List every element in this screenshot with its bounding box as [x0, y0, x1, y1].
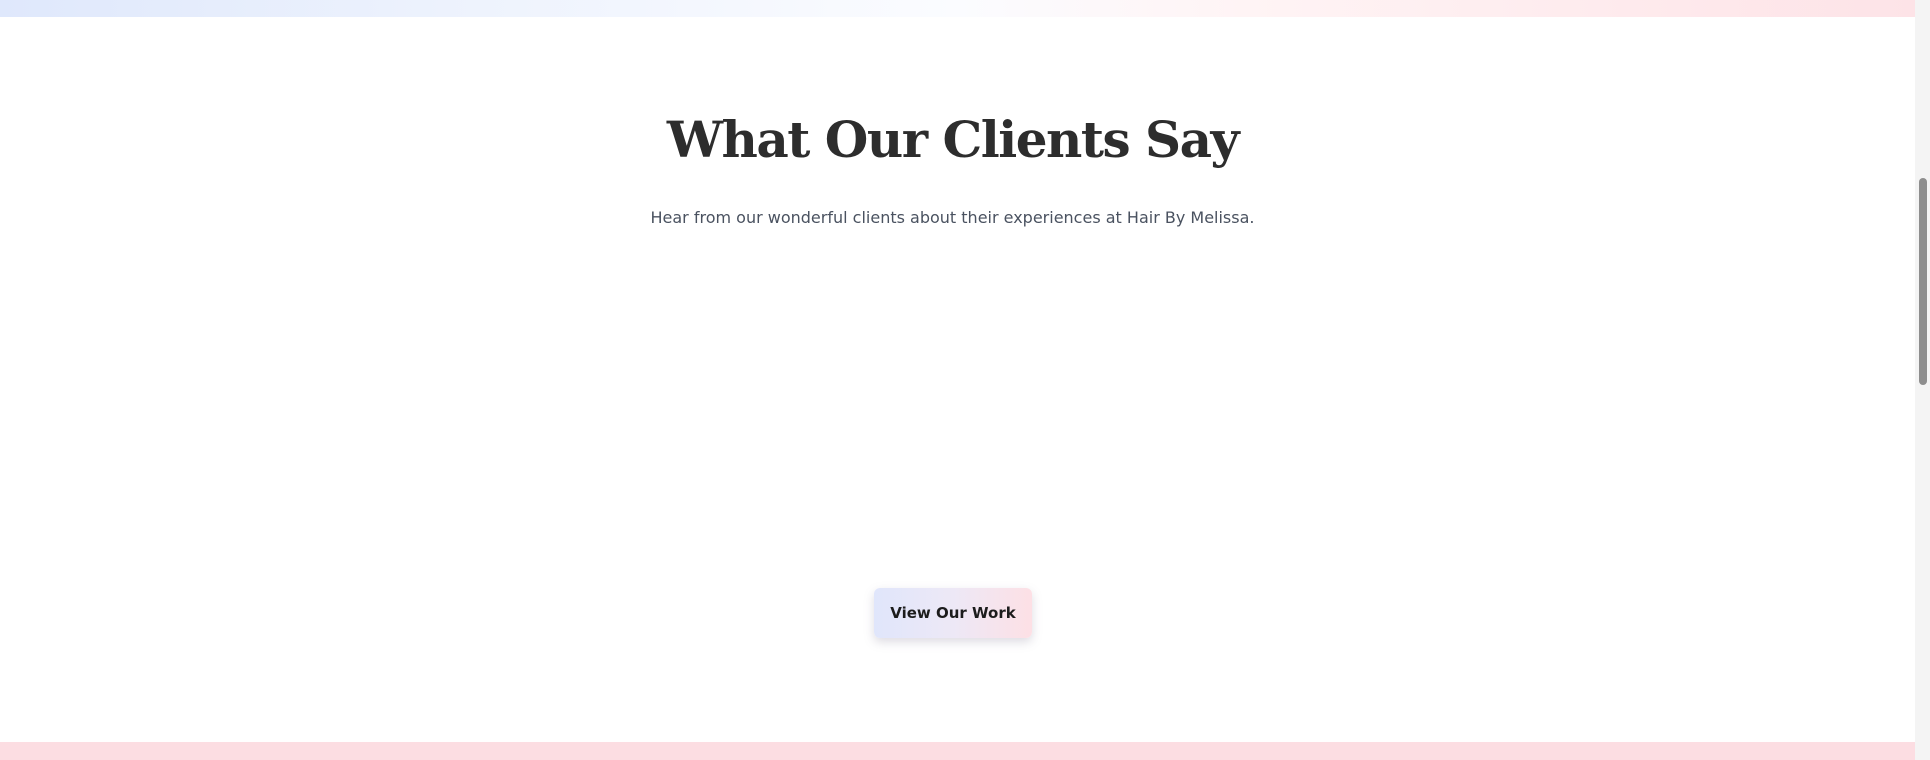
testimonials-carousel	[320, 257, 1585, 557]
page: What Our Clients Say Hear from our wonde…	[0, 0, 1930, 760]
bottom-pink-band	[0, 742, 1915, 760]
section-subtitle: Hear from our wonderful clients about th…	[650, 208, 1255, 227]
top-gradient-band	[0, 0, 1915, 17]
section-title: What Our Clients Say	[666, 110, 1240, 169]
scrollbar-thumb[interactable]	[1919, 178, 1927, 385]
view-our-work-button[interactable]: View Our Work	[874, 588, 1032, 638]
